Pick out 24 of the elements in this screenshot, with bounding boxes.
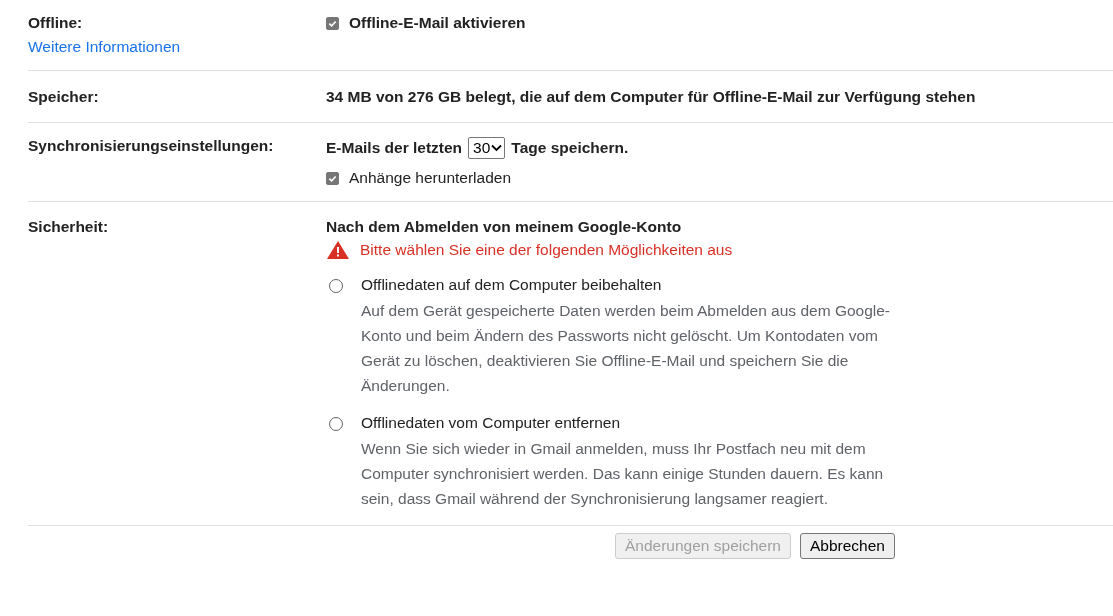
option-title: Offlinedaten vom Computer entfernen [361,414,622,432]
checkbox[interactable] [326,171,339,185]
checkbox-label: Offline-E-Mail aktivieren [349,14,526,32]
section-label: Offline: [28,14,84,32]
checkbox[interactable] [326,16,339,30]
option-title: Offlinedaten auf dem Computer beibehalten [361,276,663,294]
warning-text: Bitte wählen Sie eine der folgenden Möglichkeiten aus [360,241,733,259]
section-label: Sicherheit: [28,218,110,236]
days-dropdown[interactable]: 30 [468,137,506,159]
chevron-down-icon [491,144,503,152]
checkmark-icon [328,173,337,183]
storage-usage-text: 34 MB von 276 GB belegt, die auf dem Computer für Offline-E-Mail zur Verfügung stehen [326,88,977,106]
option-description: Auf dem Gerät gespeicherte Daten werden beim Abmelden aus dem Google-Konto und beim Ändern des Passworts nicht gelöscht. Um Kontodaten vom Gerät zu löschen, deaktivieren Sie Offline-E-Mail und speichern Sie die Änderungen. [361,301,891,396]
security-heading: Nach dem Abmelden von meinem Google-Konto [326,218,683,236]
warning-icon [326,240,350,260]
more-info-link[interactable]: Weitere Informationen [28,38,326,56]
checkbox-label: Anhänge herunterladen [349,169,512,187]
sync-suffix-text: Tage speichern. [511,139,629,157]
section-label: Speicher: [28,88,100,106]
section-label: Synchronisierungseinstellungen: [28,137,275,155]
checkmark-icon [328,18,337,28]
option-description: Wenn Sie sich wieder in Gmail anmelden, muss Ihr Postfach neu mit dem Computer synchronisiert werden. Das kann einige Stunden dauern. Es kann sein, dass Gmail während der Synchronisierung langsamer reagiert. [361,439,885,509]
sync-prefix-text: E-Mails der letzten [326,139,463,157]
action-button[interactable]: Abbrechen [800,533,895,559]
